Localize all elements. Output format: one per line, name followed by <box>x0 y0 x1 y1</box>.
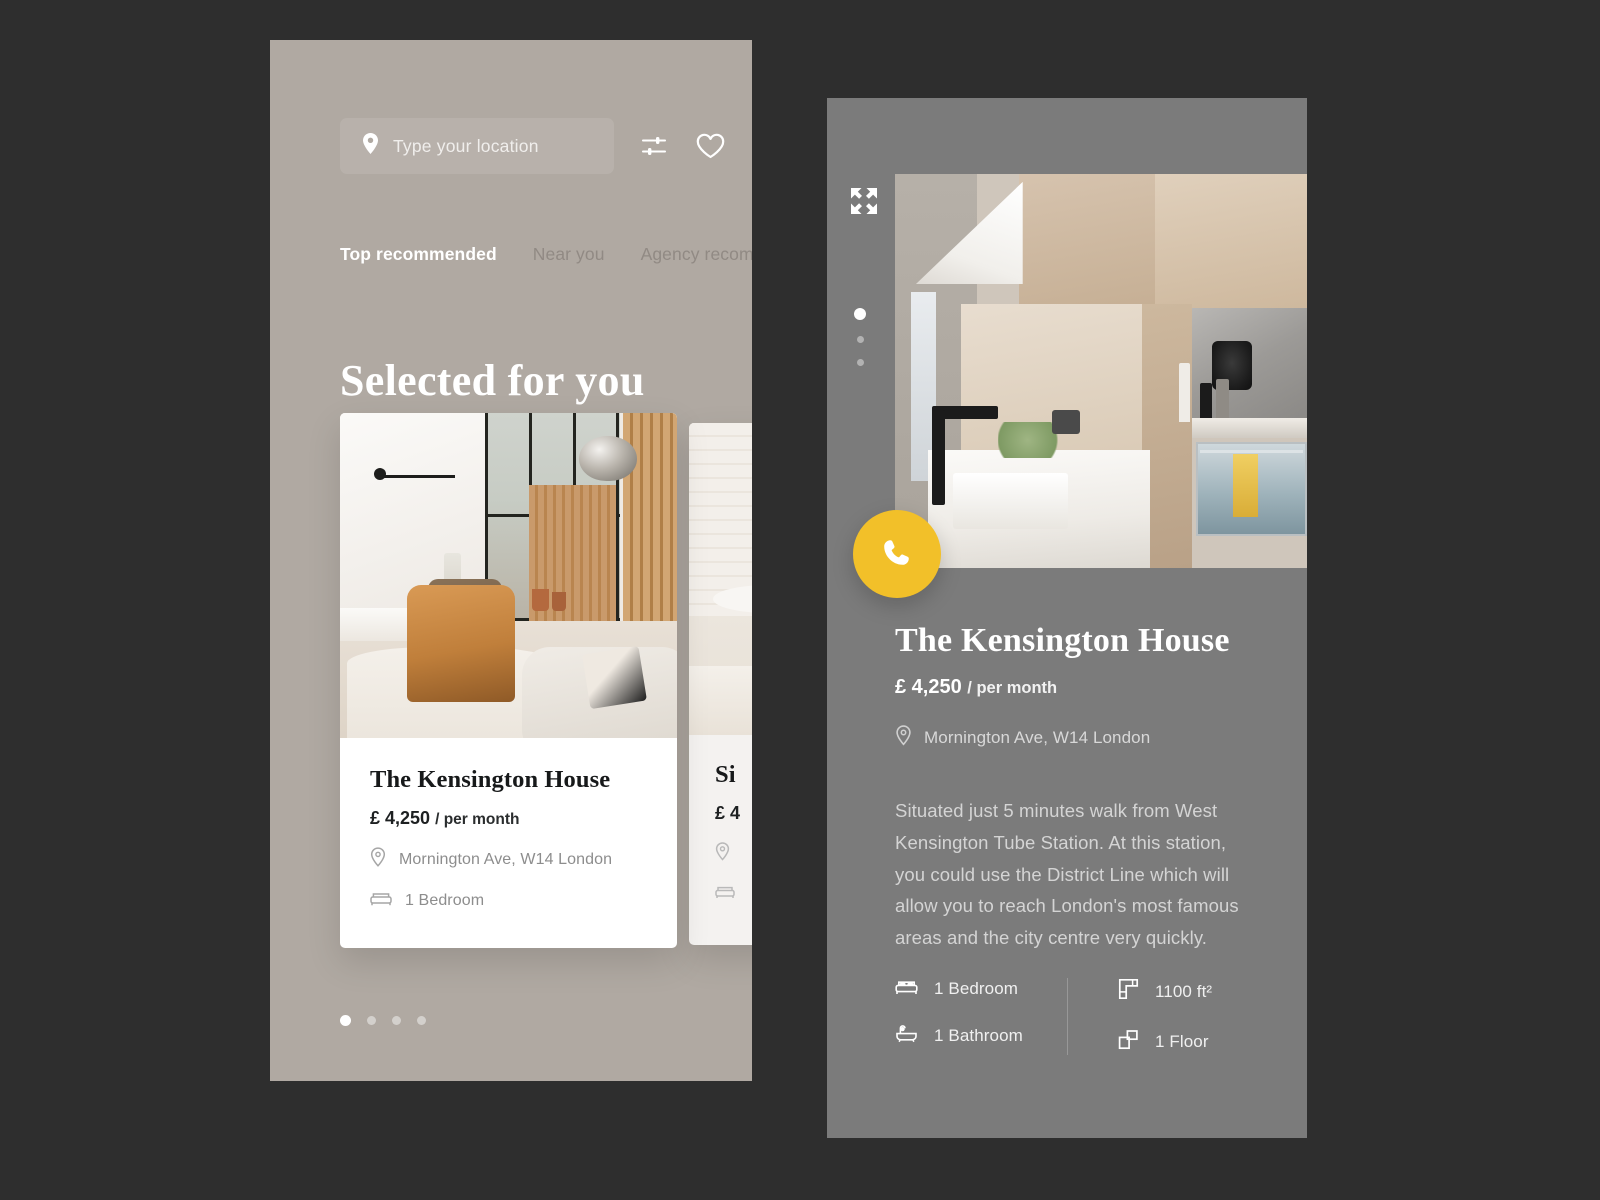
property-info-primary: The Kensington House £ 4,250 / per month <box>340 738 677 911</box>
detail-property-title: The Kensington House <box>895 622 1230 659</box>
property-card-secondary[interactable]: Si £ 4 <box>689 423 752 945</box>
carousel-dot-4[interactable] <box>417 1016 426 1025</box>
property-photo-primary <box>340 413 677 738</box>
detail-price-amount: £ 4,250 <box>895 676 962 698</box>
spec-floors-label: 1 Floor <box>1155 1032 1209 1051</box>
carousel-dot-1[interactable] <box>340 1015 351 1026</box>
carousel-dot-2[interactable] <box>367 1016 376 1025</box>
bed-icon <box>370 890 392 911</box>
property-card-carousel: Si £ 4 The Kensington House £ 4,250 / pe… <box>340 413 752 988</box>
page-title: Selected for you <box>340 356 645 405</box>
property-title: The Kensington House <box>370 766 611 793</box>
listing-screen: Type your location Top recommended Near … <box>270 40 752 1081</box>
floors-icon <box>1118 1029 1139 1055</box>
location-pin-icon <box>370 847 386 872</box>
location-pin-icon <box>362 133 379 159</box>
room-photo-illustration <box>689 423 752 735</box>
property-price-period: / per month <box>435 811 520 828</box>
spec-floor-area: 1100 ft² <box>1118 978 1212 1005</box>
property-bedrooms-row: 1 Bedroom <box>370 890 647 911</box>
location-pin-icon <box>715 842 730 866</box>
property-bedrooms-row-secondary <box>715 884 752 904</box>
property-address-row: Mornington Ave, W14 London <box>370 847 647 872</box>
property-price: £ 4,250 / per month <box>370 808 647 829</box>
detail-price-period: / per month <box>967 679 1058 697</box>
tab-top-recommended[interactable]: Top recommended <box>340 244 497 265</box>
detail-screen: The Kensington House £ 4,250 / per month… <box>827 98 1307 1138</box>
property-address-row-secondary <box>715 842 752 866</box>
property-hero-photo[interactable] <box>895 174 1307 568</box>
tab-agency-recommended[interactable]: Agency recommended <box>641 244 752 265</box>
detail-price-row: £ 4,250 / per month <box>895 676 1260 699</box>
tab-near-you[interactable]: Near you <box>533 244 605 265</box>
filter-sliders-icon[interactable] <box>632 124 676 168</box>
spec-floors: 1 Floor <box>1118 1029 1212 1055</box>
fullscreen-expand-icon[interactable] <box>849 186 879 221</box>
spec-floor-area-label: 1100 ft² <box>1155 981 1213 1001</box>
call-button[interactable] <box>853 510 941 598</box>
spec-bedrooms-label: 1 Bedroom <box>934 979 1019 998</box>
screenshot-stage: Type your location Top recommended Near … <box>0 0 1600 1200</box>
property-detail-block: The Kensington House £ 4,250 / per month… <box>895 622 1260 954</box>
bed-icon <box>895 978 918 1000</box>
heart-icon[interactable] <box>688 124 732 168</box>
floor-area-icon <box>1118 978 1139 1005</box>
gallery-pagination[interactable] <box>854 308 866 366</box>
bed-icon <box>715 884 735 904</box>
search-input[interactable]: Type your location <box>340 118 615 174</box>
property-price-secondary: £ 4 <box>715 803 741 823</box>
location-pin-icon <box>895 725 912 751</box>
phone-call-icon <box>880 535 914 574</box>
carousel-pagination[interactable] <box>340 1015 426 1026</box>
gallery-dot-3[interactable] <box>856 359 864 366</box>
search-row: Type your location <box>340 118 732 174</box>
spec-bathrooms: 1 Bathroom <box>895 1024 1067 1048</box>
category-tabs: Top recommended Near you Agency recommen… <box>340 244 752 265</box>
property-bedrooms: 1 Bedroom <box>405 891 485 909</box>
property-specs: 1 Bedroom 1 Bathroom 1100 ft² 1 Floor <box>895 978 1255 1055</box>
detail-address-row: Mornington Ave, W14 London <box>895 725 1260 751</box>
search-placeholder-text: Type your location <box>393 135 539 156</box>
bathtub-icon <box>895 1024 918 1048</box>
property-photo-secondary <box>689 423 752 735</box>
specs-column-left: 1 Bedroom 1 Bathroom <box>895 978 1067 1055</box>
living-room-photo-illustration <box>340 413 677 738</box>
gallery-dot-1[interactable] <box>854 308 866 320</box>
property-address: Mornington Ave, W14 London <box>399 850 613 868</box>
specs-column-right: 1100 ft² 1 Floor <box>1067 978 1212 1055</box>
spec-bathrooms-label: 1 Bathroom <box>934 1026 1023 1045</box>
kitchen-photo-illustration <box>895 174 1307 568</box>
property-card-primary[interactable]: The Kensington House £ 4,250 / per month <box>340 413 677 948</box>
spec-bedrooms: 1 Bedroom <box>895 978 1067 1000</box>
property-price-amount: £ 4,250 <box>370 808 431 828</box>
gallery-dot-2[interactable] <box>856 336 864 343</box>
detail-address: Mornington Ave, W14 London <box>924 728 1151 747</box>
property-info-secondary: Si £ 4 <box>689 735 752 904</box>
carousel-dot-3[interactable] <box>392 1016 401 1025</box>
detail-description: Situated just 5 minutes walk from West K… <box>895 800 1239 949</box>
property-title-secondary: Si <box>715 761 736 788</box>
